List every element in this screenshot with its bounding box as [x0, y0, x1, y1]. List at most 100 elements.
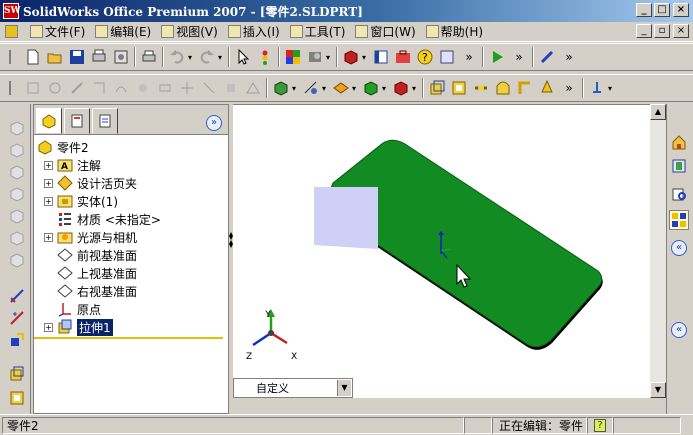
sketch-tool-10-button[interactable] [221, 78, 241, 98]
tree-item-solid-bodies[interactable]: + 实体(1) [44, 192, 118, 210]
cube-view-4-button[interactable] [7, 184, 27, 204]
design-library-button[interactable] [669, 156, 689, 176]
extrude-boss-button[interactable] [427, 78, 447, 98]
smart-dimension-button[interactable] [7, 286, 27, 306]
feature-tree-rollback-bar[interactable] [34, 337, 223, 339]
shaded-button[interactable] [361, 78, 381, 98]
chevron-down-icon[interactable]: ▼ [337, 380, 351, 396]
select-pointer-button[interactable] [233, 47, 253, 67]
reference-geometry-button[interactable] [587, 78, 607, 98]
toolbar-overflow-icon[interactable]: » [559, 78, 579, 98]
sketch-tool-3-button[interactable] [67, 78, 87, 98]
menu-edit[interactable]: 编辑(E) [90, 23, 156, 41]
vertical-scrollbar[interactable]: ▲ ▼ [650, 104, 666, 398]
tree-item-front-plane[interactable]: 前视基准面 [57, 246, 137, 264]
view-configuration-select[interactable]: 自定义 ▼ [233, 378, 353, 398]
sketch-tool-1-button[interactable] [23, 78, 43, 98]
doc-close-button[interactable]: × [673, 24, 689, 38]
redo-button[interactable] [197, 47, 217, 67]
tree-item-design-binder[interactable]: + 设计活页夹 [44, 174, 137, 192]
view-palette-button[interactable] [669, 210, 689, 230]
scroll-up-icon[interactable]: ▲ [650, 104, 666, 120]
loft-button[interactable] [493, 78, 513, 98]
resource-button[interactable] [437, 47, 457, 67]
sketch-tool-2-button[interactable] [45, 78, 65, 98]
menu-tools[interactable]: 工具(T) [285, 23, 351, 41]
toolbar-overflow-icon[interactable]: » [559, 47, 579, 67]
cube-view-3-button[interactable] [7, 162, 27, 182]
cube-view-6-button[interactable] [7, 228, 27, 248]
file-explorer-button[interactable] [669, 184, 689, 204]
menu-insert[interactable]: 插入(I) [223, 23, 285, 41]
title-bar[interactable]: SW SolidWorks Office Premium 2007 - [零件2… [0, 0, 693, 22]
sketch-tool-8-button[interactable] [177, 78, 197, 98]
new-document-button[interactable] [23, 47, 43, 67]
collapse-panel-icon[interactable]: » [206, 115, 222, 131]
appearance-button[interactable] [391, 78, 411, 98]
display-relations-button[interactable] [7, 330, 27, 350]
fillet-button[interactable] [515, 78, 535, 98]
status-help-icon[interactable]: ? [587, 416, 613, 434]
view-orientation-button[interactable] [271, 78, 291, 98]
menu-window[interactable]: 窗口(W) [350, 23, 420, 41]
hide-show-button[interactable] [331, 78, 351, 98]
revolve-button[interactable] [449, 78, 469, 98]
doc-restore-button[interactable]: ▫ [654, 24, 670, 38]
doc-minimize-button[interactable]: _ [636, 24, 652, 38]
sketch-tool-9-button[interactable] [199, 78, 219, 98]
help-button[interactable]: ? [415, 47, 435, 67]
tree-item-material[interactable]: 材质 <未指定> [57, 210, 161, 228]
print-button[interactable] [139, 47, 159, 67]
toolbox-button[interactable] [393, 47, 413, 67]
cube-view-7-button[interactable] [7, 250, 27, 270]
tab-property-manager[interactable] [64, 108, 90, 134]
print-preview-button[interactable] [89, 47, 109, 67]
tree-item-top-plane[interactable]: 上视基准面 [57, 264, 137, 282]
tree-item-annotations[interactable]: + A 注解 [44, 156, 101, 174]
edit-color-button[interactable] [283, 47, 303, 67]
tree-root[interactable]: 零件2 [37, 138, 89, 156]
sketch-tool-6-button[interactable] [133, 78, 153, 98]
shell-button[interactable] [537, 78, 557, 98]
expand-icon[interactable]: + [44, 322, 53, 332]
menu-file[interactable]: 文件(F) [25, 23, 90, 41]
task-pane-home-button[interactable] [669, 132, 689, 152]
expand-task-pane-icon[interactable]: « [671, 240, 687, 256]
cube-view-2-button[interactable] [7, 140, 27, 160]
tree-item-lights-cameras[interactable]: + 光源与相机 [44, 228, 137, 246]
texture-button[interactable] [305, 47, 325, 67]
display-style-button[interactable] [301, 78, 321, 98]
app-icon[interactable]: SW [3, 3, 21, 19]
maximize-button[interactable]: □ [654, 3, 670, 17]
expand-icon[interactable]: + [44, 196, 53, 206]
cube-view-1-button[interactable] [7, 118, 27, 138]
close-button[interactable]: × [673, 3, 689, 17]
help-question-icon[interactable]: ? [594, 418, 606, 432]
expand-task-pane-icon[interactable]: « [671, 322, 687, 338]
sweep-button[interactable] [471, 78, 491, 98]
photoworks-button[interactable] [341, 47, 361, 67]
toolbar-overflow-icon[interactable]: » [509, 47, 529, 67]
rebuild-button[interactable] [255, 47, 275, 67]
expand-icon[interactable]: + [44, 178, 53, 188]
sketch-tool-11-button[interactable] [243, 78, 263, 98]
menu-help[interactable]: 帮助(H) [421, 23, 488, 41]
tab-feature-tree[interactable] [36, 108, 62, 134]
menu-app-icon[interactable] [0, 23, 25, 41]
tree-item-right-plane[interactable]: 右视基准面 [57, 282, 137, 300]
expand-icon[interactable]: + [44, 160, 53, 170]
add-relation-button[interactable] [7, 308, 27, 328]
menu-view[interactable]: 视图(V) [156, 23, 223, 41]
smart-mate-button[interactable] [537, 47, 557, 67]
expand-icon[interactable]: + [44, 232, 53, 242]
undo-button[interactable] [167, 47, 187, 67]
cut-extrude-button[interactable] [7, 388, 27, 408]
tree-item-origin[interactable]: 原点 [57, 300, 101, 318]
features-button[interactable] [371, 47, 391, 67]
graphics-area[interactable]: Y Z X [233, 104, 666, 398]
open-button[interactable] [45, 47, 65, 67]
run-macro-button[interactable] [487, 47, 507, 67]
tree-item-extrude[interactable]: + 拉伸1 [44, 318, 113, 336]
extrude-sketch-button[interactable] [7, 364, 27, 384]
toolbar-overflow-icon[interactable]: » [459, 47, 479, 67]
